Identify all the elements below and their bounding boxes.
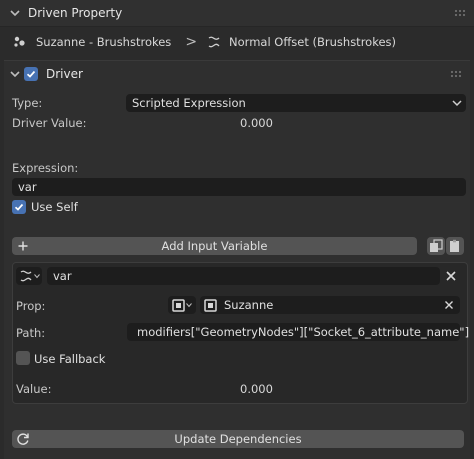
remove-variable-close-icon[interactable] bbox=[445, 270, 457, 282]
drag-grip-icon[interactable] bbox=[450, 70, 462, 78]
modifier-property-icon bbox=[208, 36, 220, 48]
breadcrumb-separator: > bbox=[185, 34, 198, 50]
path-value: modifiers["GeometryNodes"]["Socket_6_att… bbox=[137, 325, 470, 339]
paste-variables-button[interactable] bbox=[446, 237, 464, 255]
use-fallback-checkbox[interactable] bbox=[16, 351, 30, 365]
chevron-down-icon bbox=[452, 100, 462, 107]
prop-target-value: Suzanne bbox=[224, 298, 274, 312]
breadcrumb-property: Normal Offset (Brushstrokes) bbox=[229, 35, 397, 49]
expression-value: var bbox=[18, 180, 37, 194]
use-self-checkbox[interactable] bbox=[12, 200, 26, 214]
object-id-icon bbox=[172, 298, 185, 312]
copy-icon bbox=[430, 239, 443, 252]
chevron-down-icon bbox=[33, 274, 40, 279]
plus-icon bbox=[18, 241, 28, 251]
refresh-icon bbox=[17, 433, 29, 445]
breadcrumb-object: Suzanne - Brushstrokes bbox=[36, 35, 172, 49]
add-input-variable-label: Add Input Variable bbox=[161, 239, 268, 253]
path-input[interactable]: modifiers["GeometryNodes"]["Socket_6_att… bbox=[127, 323, 469, 341]
checkmark-icon bbox=[26, 70, 36, 78]
type-label: Type: bbox=[12, 96, 43, 110]
variable-name-input[interactable]: var bbox=[47, 267, 440, 285]
panel-header[interactable]: Driven Property bbox=[0, 0, 474, 27]
driver-subpanel-header[interactable]: Driver bbox=[4, 61, 470, 87]
clear-target-close-icon[interactable] bbox=[444, 300, 454, 310]
path-label: Path: bbox=[16, 326, 46, 340]
driver-value-label: Driver Value: bbox=[12, 116, 87, 130]
drag-grip-icon[interactable] bbox=[454, 9, 466, 17]
chevron-down-icon[interactable] bbox=[10, 69, 20, 79]
copy-variables-button[interactable] bbox=[427, 237, 445, 255]
chevron-down-icon[interactable] bbox=[10, 8, 20, 18]
driver-type-value: Scripted Expression bbox=[132, 96, 246, 110]
variable-type-dropdown[interactable] bbox=[16, 267, 42, 285]
expression-input[interactable]: var bbox=[12, 178, 466, 196]
driver-value: 0.000 bbox=[240, 116, 273, 130]
object-icon bbox=[204, 298, 217, 312]
driver-type-dropdown[interactable]: Scripted Expression bbox=[126, 94, 466, 112]
variable-name-value: var bbox=[53, 269, 72, 283]
driver-header-label: Driver bbox=[46, 67, 83, 81]
chevron-down-icon bbox=[186, 303, 192, 308]
use-fallback-label: Use Fallback bbox=[34, 352, 106, 366]
brushstrokes-object-icon bbox=[14, 36, 25, 47]
expression-label: Expression: bbox=[12, 161, 79, 175]
variable-value: 0.000 bbox=[240, 382, 273, 396]
breadcrumb: Suzanne - Brushstrokes > Normal Offset (… bbox=[0, 27, 474, 57]
update-dependencies-button[interactable]: Update Dependencies bbox=[12, 430, 464, 448]
paste-icon bbox=[450, 239, 459, 252]
driven-property-editor: Driven Property Suzanne - Brushstrokes >… bbox=[0, 0, 474, 459]
prop-target-field[interactable]: Suzanne bbox=[200, 296, 460, 314]
checkmark-icon bbox=[14, 203, 24, 211]
panel-title: Driven Property bbox=[28, 6, 123, 20]
id-type-dropdown[interactable] bbox=[168, 296, 196, 314]
use-self-label: Use Self bbox=[31, 200, 78, 214]
single-property-icon bbox=[20, 270, 32, 282]
prop-label: Prop: bbox=[16, 299, 46, 313]
update-dependencies-label: Update Dependencies bbox=[174, 432, 302, 446]
driver-enabled-checkbox[interactable] bbox=[24, 67, 38, 81]
add-input-variable-button[interactable]: Add Input Variable bbox=[12, 237, 417, 255]
value-label: Value: bbox=[16, 382, 52, 396]
